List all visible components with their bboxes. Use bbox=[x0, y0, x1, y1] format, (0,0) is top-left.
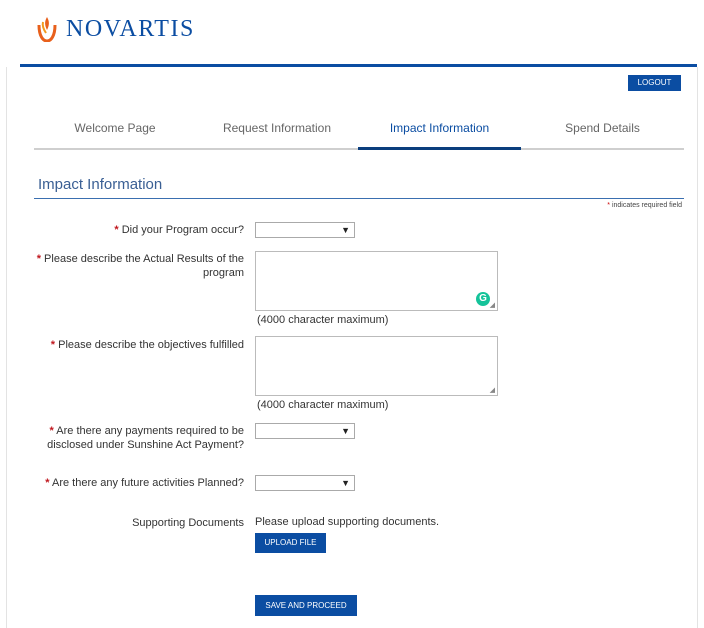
future-label-text: Are there any future activities Planned? bbox=[51, 477, 244, 489]
required-mark: * bbox=[49, 425, 54, 437]
brand-logo: NOVARTIS bbox=[36, 14, 195, 44]
resize-handle-icon[interactable]: ◢ bbox=[490, 386, 495, 394]
sunshine-label-text: Are there any payments required to be di… bbox=[47, 425, 244, 451]
chevron-down-icon: ▼ bbox=[341, 478, 350, 488]
actual-results-textarea[interactable]: G ◢ bbox=[255, 251, 498, 311]
program-occur-label-text: Did your Program occur? bbox=[121, 224, 244, 236]
tab-welcome-page[interactable]: Welcome Page bbox=[34, 116, 196, 150]
objectives-label-text: Please describe the objectives fulfilled bbox=[58, 339, 244, 351]
sunshine-select[interactable]: ▼ bbox=[255, 423, 355, 439]
tab-label: Welcome Page bbox=[74, 121, 156, 135]
future-label: * Are there any future activities Planne… bbox=[4, 476, 244, 490]
section-title: Impact Information bbox=[38, 176, 163, 193]
brand-name: NOVARTIS bbox=[66, 15, 195, 42]
required-mark: * bbox=[45, 477, 50, 489]
required-mark: * bbox=[36, 253, 41, 265]
tab-underline bbox=[358, 147, 521, 150]
required-field-note: * indicates required field bbox=[607, 202, 682, 209]
tab-underline bbox=[196, 148, 358, 150]
tab-spend-details[interactable]: Spend Details bbox=[521, 116, 684, 150]
chevron-down-icon: ▼ bbox=[341, 225, 350, 235]
header-divider bbox=[20, 64, 697, 67]
upload-file-button[interactable]: UPLOAD FILE bbox=[255, 533, 326, 553]
objectives-label: * Please describe the objectives fulfill… bbox=[4, 338, 244, 352]
tab-underline bbox=[34, 148, 196, 150]
required-note-text: indicates required field bbox=[611, 202, 682, 209]
tab-label: Request Information bbox=[222, 121, 332, 135]
supporting-documents-label: Supporting Documents bbox=[132, 517, 244, 529]
required-mark: * bbox=[114, 224, 119, 236]
required-mark: * bbox=[607, 202, 610, 209]
section-divider bbox=[34, 198, 684, 199]
program-occur-label: * Did your Program occur? bbox=[4, 223, 244, 237]
tab-label: Spend Details bbox=[565, 121, 640, 135]
supporting-documents-text: Please upload supporting documents. bbox=[255, 516, 440, 528]
header: NOVARTIS bbox=[0, 0, 704, 66]
page-border-right bbox=[697, 67, 698, 628]
tab-impact-information[interactable]: Impact Information bbox=[358, 116, 521, 150]
logout-button[interactable]: LOGOUT bbox=[628, 75, 681, 91]
tab-request-information[interactable]: Request Information bbox=[196, 116, 358, 150]
chevron-down-icon: ▼ bbox=[341, 426, 350, 436]
actual-results-label-text: Please describe the Actual Results of th… bbox=[44, 253, 244, 279]
resize-handle-icon[interactable]: ◢ bbox=[490, 301, 495, 309]
novartis-flame-icon bbox=[37, 17, 57, 42]
required-mark: * bbox=[50, 339, 56, 351]
actual-results-label: * Please describe the Actual Results of … bbox=[4, 252, 244, 280]
objectives-textarea[interactable]: ◢ bbox=[255, 336, 498, 396]
step-tabs: Welcome Page Request Information Impact … bbox=[34, 116, 684, 150]
tab-underline bbox=[521, 148, 684, 150]
save-and-proceed-button[interactable]: SAVE AND PROCEED bbox=[255, 595, 357, 616]
program-occur-select[interactable]: ▼ bbox=[255, 222, 355, 238]
sunshine-label: * Are there any payments required to be … bbox=[4, 424, 244, 452]
objectives-hint: (4000 character maximum) bbox=[257, 399, 389, 411]
future-select[interactable]: ▼ bbox=[255, 475, 355, 491]
grammarly-icon[interactable]: G bbox=[476, 292, 490, 306]
tab-label: Impact Information bbox=[389, 121, 490, 135]
actual-results-hint: (4000 character maximum) bbox=[257, 314, 389, 326]
